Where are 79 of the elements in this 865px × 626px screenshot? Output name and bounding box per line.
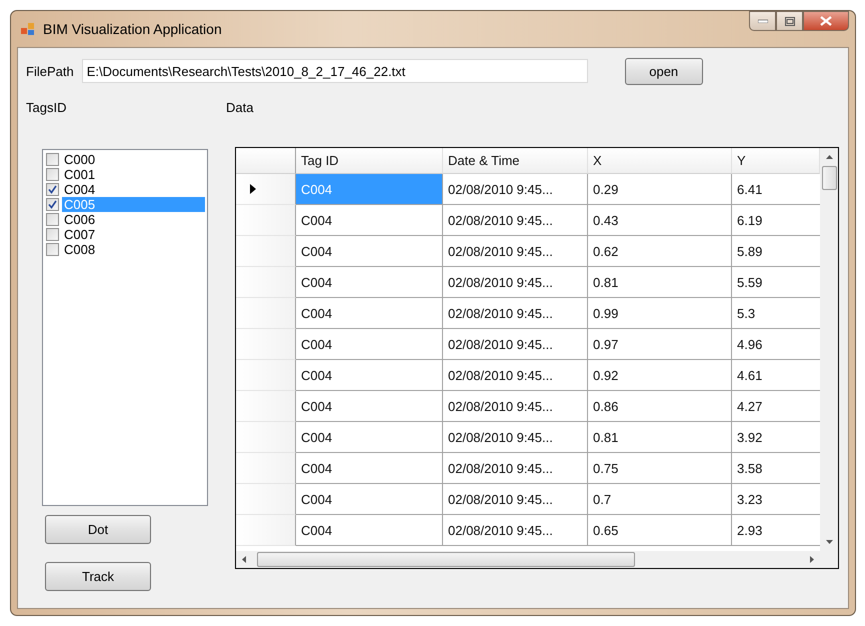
scroll-left-icon[interactable] (242, 556, 246, 563)
close-icon (820, 16, 832, 26)
tag-list-item[interactable]: C000 (62, 152, 205, 167)
table-cell: 0.81 (588, 422, 732, 453)
file-path-label: FilePath (26, 64, 74, 78)
window-title: BIM Visualization Application (43, 21, 222, 37)
table-cell: 02/08/2010 9:45... (443, 515, 588, 546)
table-cell: C004 (296, 515, 443, 546)
column-header[interactable]: Y (732, 148, 820, 174)
minimize-button[interactable] (749, 11, 776, 31)
table-cell: 0.62 (588, 236, 732, 267)
table-cell: C004 (296, 205, 443, 236)
table-cell: 02/08/2010 9:45... (443, 484, 588, 515)
table-cell: 02/08/2010 9:45... (443, 453, 588, 484)
checkbox[interactable] (46, 168, 59, 181)
tags-id-label: TagsID (26, 100, 68, 115)
checkbox[interactable] (46, 228, 59, 241)
checkbox[interactable] (46, 198, 59, 211)
table-cell: 02/08/2010 9:45... (443, 298, 588, 329)
table-cell: 0.43 (588, 205, 732, 236)
table-cell: 02/08/2010 9:45... (443, 267, 588, 298)
app-icon (21, 22, 35, 36)
maximize-icon (784, 16, 794, 26)
scroll-thumb[interactable] (822, 166, 836, 190)
track-button[interactable]: Track (45, 562, 151, 591)
table-cell: 02/08/2010 9:45... (443, 360, 588, 391)
scroll-up-icon[interactable] (826, 155, 832, 159)
table-cell: 0.65 (588, 515, 732, 546)
horizontal-scrollbar[interactable] (236, 551, 838, 568)
open-button[interactable]: open (624, 58, 703, 84)
checkbox[interactable] (46, 213, 59, 226)
data-label: Data (226, 100, 254, 115)
table-cell: 02/08/2010 9:45... (443, 205, 588, 236)
tag-list-item[interactable]: C006 (62, 212, 205, 227)
column-header[interactable]: X (588, 148, 732, 174)
tag-list-item[interactable]: C007 (62, 227, 205, 242)
checkbox[interactable] (46, 183, 59, 196)
tag-list-item[interactable]: C008 (62, 242, 205, 257)
table-cell: 0.92 (588, 360, 732, 391)
scroll-right-icon[interactable] (810, 556, 814, 563)
table-cell: C004 (296, 391, 443, 422)
table-cell: 0.81 (588, 267, 732, 298)
vertical-scrollbar[interactable] (820, 148, 838, 551)
table-cell: C004 (296, 236, 443, 267)
table-cell: 0.75 (588, 453, 732, 484)
checkbox[interactable] (46, 153, 59, 166)
scroll-down-icon[interactable] (826, 540, 832, 544)
row-header[interactable] (236, 174, 296, 205)
table-cell: 0.7 (588, 484, 732, 515)
table-cell: 02/08/2010 9:45... (443, 236, 588, 267)
close-button[interactable] (803, 11, 849, 31)
tag-list-item[interactable]: C004 (62, 182, 205, 197)
table-cell: 0.29 (588, 174, 732, 205)
table-cell: 02/08/2010 9:45... (443, 174, 588, 205)
table-cell: C004 (296, 329, 443, 360)
table-cell: 0.86 (588, 391, 732, 422)
table-cell: 02/08/2010 9:45... (443, 391, 588, 422)
column-header[interactable]: Date & Time (443, 148, 588, 174)
table-cell: 0.99 (588, 298, 732, 329)
dot-button[interactable]: Dot (45, 515, 151, 544)
table-cell: C004 (296, 174, 443, 205)
column-header[interactable]: Tag ID (296, 148, 443, 174)
checkbox[interactable] (46, 243, 59, 256)
table-cell: C004 (296, 298, 443, 329)
table-cell: C004 (296, 267, 443, 298)
maximize-button[interactable] (776, 11, 803, 31)
table-cell: 02/08/2010 9:45... (443, 422, 588, 453)
file-path-field[interactable]: E:\Documents\Research\Tests\2010_8_2_17_46_22.txt (82, 59, 588, 83)
scroll-thumb[interactable] (257, 552, 635, 567)
minimize-icon (758, 19, 768, 23)
header-corner (236, 148, 296, 174)
table-cell: C004 (296, 484, 443, 515)
table-cell: 02/08/2010 9:45... (443, 329, 588, 360)
table-cell: C004 (296, 360, 443, 391)
table-cell: C004 (296, 453, 443, 484)
tag-list-item[interactable]: C001 (62, 167, 205, 182)
table-cell: C004 (296, 422, 443, 453)
current-row-icon (250, 184, 256, 194)
table-cell: 0.97 (588, 329, 732, 360)
